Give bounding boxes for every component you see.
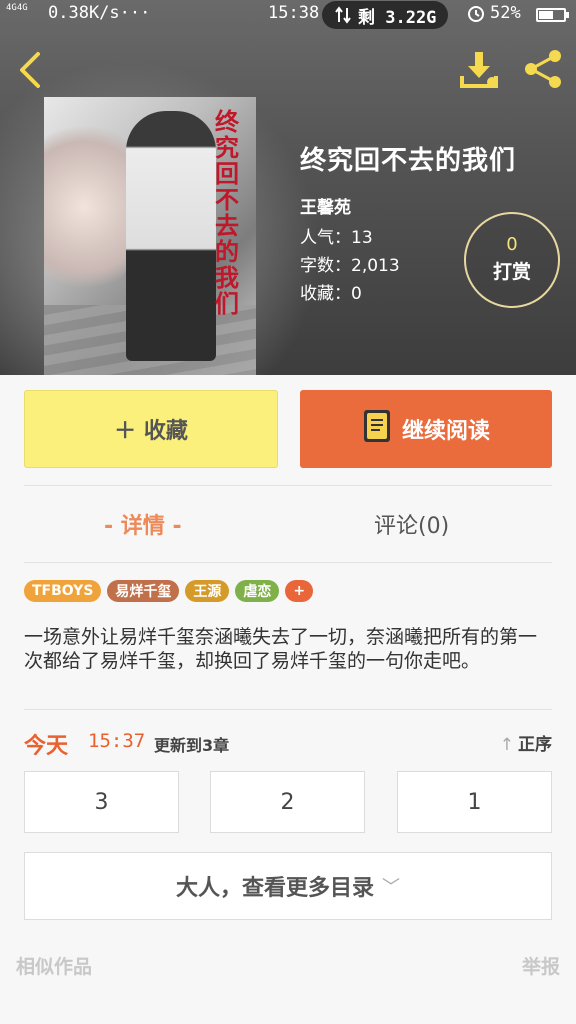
book-title: 终究回不去的我们: [300, 146, 517, 176]
tip-count: 0: [506, 234, 518, 255]
back-button[interactable]: [16, 50, 46, 90]
data-remaining: 剩 3.22G: [322, 1, 449, 29]
chapter-item[interactable]: 1: [397, 771, 552, 833]
tab-details[interactable]: - 详情 -: [104, 508, 182, 540]
clock: 15:38: [268, 3, 320, 23]
book-synopsis: 一场意外让易烊千玺奈涵曦失去了一切，奈涵曦把所有的第一次都给了易烊千玺，却换回了…: [24, 626, 538, 672]
book-author[interactable]: 王馨苑: [300, 193, 516, 218]
continue-reading-button[interactable]: 继续阅读: [300, 390, 552, 468]
share-button[interactable]: [522, 48, 566, 90]
battery-icon: [536, 8, 569, 22]
download-button[interactable]: [458, 48, 502, 90]
divider: [24, 709, 552, 710]
sort-order-label: 正序: [518, 735, 552, 755]
book-header: 4G4G 0.38K/s··· 15:38 剩 3.22G 52% 终究回不去的…: [0, 0, 576, 375]
add-tag-button[interactable]: +: [285, 580, 314, 602]
more-catalog-label: 大人，查看更多目录: [175, 876, 374, 901]
add-favorite-button[interactable]: ＋ 收藏: [24, 390, 278, 468]
arrow-up-icon: ↑: [499, 735, 514, 755]
tag-list: TFBOYS 易烊千玺 王源 虐恋 +: [24, 580, 314, 602]
book-icon: [362, 408, 392, 450]
add-favorite-label: ＋ 收藏: [114, 419, 188, 444]
download-icon: [460, 52, 498, 88]
data-remaining-text: 剩 3.22G: [358, 7, 437, 28]
network-speed: 0.38K/s···: [48, 3, 151, 23]
chevron-left-icon: [20, 52, 40, 88]
report-button[interactable]: 举报: [522, 952, 560, 979]
similar-works-label: 相似作品: [16, 956, 93, 978]
divider: [24, 485, 552, 486]
update-day: 今天: [24, 734, 69, 759]
book-cover[interactable]: 终究回不去的我们: [44, 97, 256, 375]
tip-label: 打赏: [492, 261, 531, 283]
sort-order-button[interactable]: ↑ 正序: [500, 730, 552, 755]
cover-title: 终究回不去的我们: [215, 108, 239, 318]
share-icon: [525, 50, 561, 88]
tag-tfboys[interactable]: TFBOYS: [24, 580, 102, 602]
more-catalog-button[interactable]: 大人，查看更多目录 ﹀: [24, 852, 552, 920]
data-transfer-icon: [335, 6, 351, 24]
update-info: 今天 15:37 更新到3章 ↑ 正序: [24, 728, 552, 759]
tag-wangyuan[interactable]: 王源: [185, 580, 230, 602]
update-time: 15:37: [88, 730, 146, 752]
cover-boy-figure: [126, 111, 216, 361]
tag-yiyangqianxi[interactable]: 易烊千玺: [107, 580, 180, 602]
chapter-item[interactable]: 2: [210, 771, 365, 833]
network-indicator: 4G4G: [6, 3, 28, 13]
divider: [24, 562, 552, 563]
chapter-item[interactable]: 3: [24, 771, 179, 833]
update-text: 更新到3章: [154, 736, 230, 755]
alarm-icon: [466, 3, 486, 28]
chapter-list: 3 2 1: [24, 771, 552, 833]
continue-reading-label: 继续阅读: [401, 419, 490, 444]
tab-comments[interactable]: 评论(0): [374, 508, 449, 540]
chevron-down-icon: ﹀: [382, 877, 400, 898]
battery-percent: 52%: [490, 3, 521, 23]
tag-nuelian[interactable]: 虐恋: [235, 580, 280, 602]
status-bar: 4G4G 0.38K/s··· 15:38 剩 3.22G 52%: [0, 0, 576, 30]
tip-button[interactable]: 0 打赏: [464, 212, 560, 308]
